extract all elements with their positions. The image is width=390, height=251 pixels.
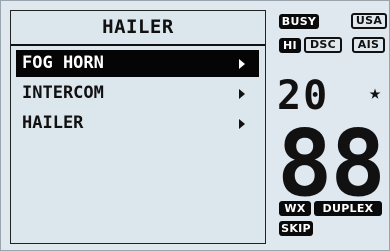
wx-badge: WX (279, 201, 311, 216)
region-badge: USA (351, 13, 387, 29)
chevron-right-icon (239, 89, 245, 99)
favorite-star-icon: ★ (369, 80, 382, 104)
busy-badge: BUSY (279, 14, 319, 29)
menu-item-hailer[interactable]: HAILER (16, 110, 259, 137)
menu-item-label: FOG HORN (22, 53, 104, 73)
menu-title: HAILER (11, 11, 265, 46)
channel-big-display: 88 (277, 110, 386, 217)
chevron-right-icon (239, 119, 245, 129)
radio-display: HAILER FOG HORN INTERCOM HAILER BUSY USA… (0, 0, 390, 251)
menu-item-fog-horn[interactable]: FOG HORN (16, 50, 259, 77)
hi-power-badge: HI (279, 38, 301, 53)
menu-panel: HAILER FOG HORN INTERCOM HAILER (10, 10, 266, 244)
dsc-badge: DSC (304, 37, 342, 53)
duplex-badge: DUPLEX (314, 201, 382, 216)
chevron-right-icon (239, 59, 245, 69)
menu-item-intercom[interactable]: INTERCOM (16, 80, 259, 107)
menu-list: FOG HORN INTERCOM HAILER (16, 50, 259, 140)
menu-item-label: INTERCOM (22, 83, 104, 103)
ais-badge: AIS (352, 37, 385, 53)
skip-badge: SKIP (279, 221, 313, 236)
status-panel: BUSY USA HI DSC AIS 20 ★ 88 WX DUPLEX SK… (277, 10, 389, 242)
menu-item-label: HAILER (22, 113, 84, 133)
